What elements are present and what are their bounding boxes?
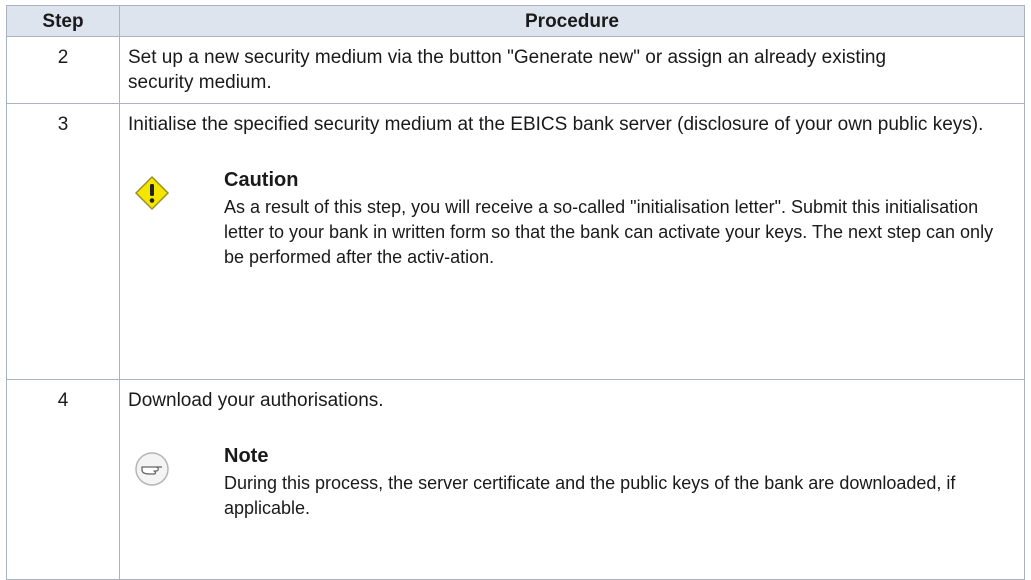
admonition-text: During this process, the server certific… xyxy=(224,473,956,518)
table-row: 2 Set up a new security medium via the b… xyxy=(6,36,1025,104)
column-header-procedure: Procedure xyxy=(119,5,1025,37)
procedure-table: Step Procedure 2 Set up a new security m… xyxy=(6,5,1025,580)
table-header-row: Step Procedure xyxy=(6,5,1025,37)
caution-admonition: Caution As a result of this step, you wi… xyxy=(128,167,1016,270)
admonition-title: Caution xyxy=(224,169,299,191)
note-admonition: Note During this process, the server cer… xyxy=(128,443,1016,521)
table-row: 3 Initialise the specified security medi… xyxy=(6,103,1025,380)
step-number: 3 xyxy=(6,103,120,380)
column-header-step: Step xyxy=(6,5,120,37)
step-number: 2 xyxy=(6,36,120,104)
procedure-cell: Download your authorisations. Note Durin… xyxy=(119,379,1025,580)
procedure-cell: Initialise the specified security medium… xyxy=(119,103,1025,380)
admonition-text: As a result of this step, you will recei… xyxy=(224,197,994,267)
note-icon xyxy=(134,451,170,487)
procedure-text: Download your authorisations. xyxy=(128,390,384,411)
procedure-text: Set up a new security medium via the but… xyxy=(119,36,1025,104)
admonition-title: Note xyxy=(224,445,269,467)
procedure-text: Initialise the specified security medium… xyxy=(128,114,984,135)
table-row: 4 Download your authorisations. Note Dur… xyxy=(6,379,1025,580)
step-number: 4 xyxy=(6,379,120,580)
caution-icon xyxy=(134,175,170,211)
